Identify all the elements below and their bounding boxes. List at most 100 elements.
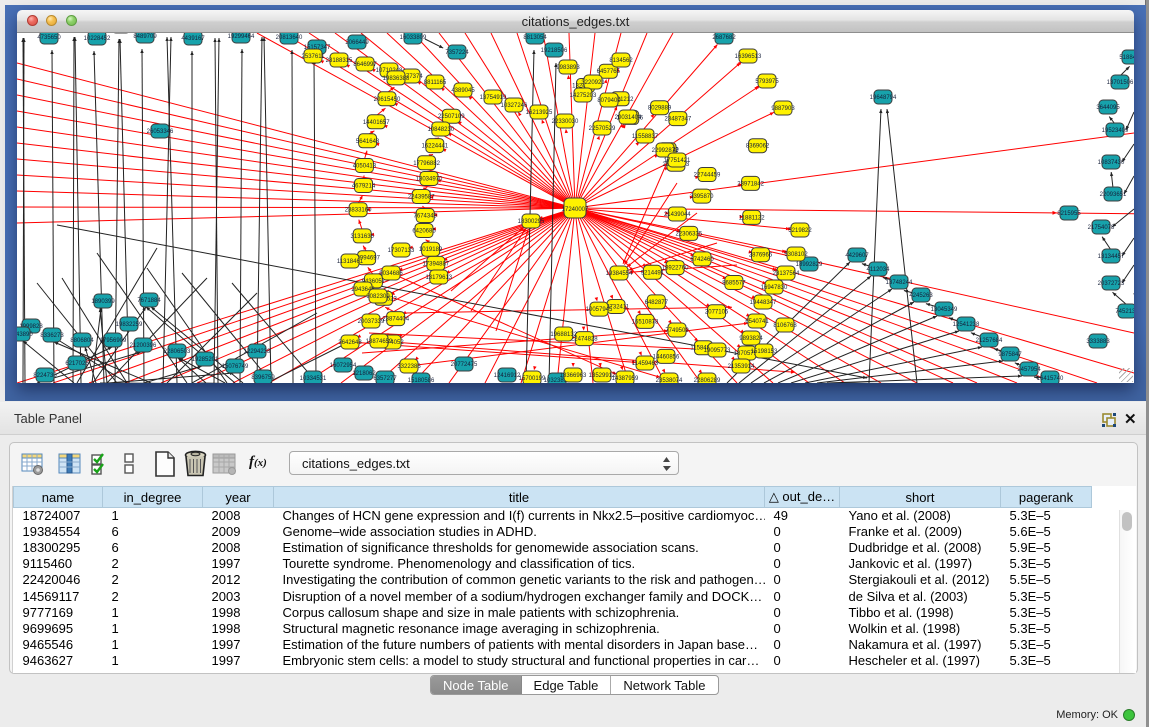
svg-text:21754078: 21754078 bbox=[1088, 225, 1115, 231]
svg-text:4389045: 4389045 bbox=[451, 88, 475, 94]
svg-text:13134457: 13134457 bbox=[1098, 254, 1125, 260]
svg-text:18300295: 18300295 bbox=[518, 219, 545, 225]
svg-text:3220921: 3220921 bbox=[581, 80, 605, 86]
svg-text:16415740: 16415740 bbox=[1037, 376, 1064, 382]
svg-text:3333883: 3333883 bbox=[1086, 339, 1110, 345]
svg-text:9082309: 9082309 bbox=[366, 294, 390, 300]
svg-text:14401657: 14401657 bbox=[363, 120, 390, 126]
svg-text:15076749: 15076749 bbox=[222, 364, 249, 370]
svg-text:13045349: 13045349 bbox=[931, 307, 958, 313]
svg-text:2077105: 2077105 bbox=[705, 310, 729, 316]
svg-text:8811165: 8811165 bbox=[424, 80, 447, 86]
svg-text:5641643: 5641643 bbox=[356, 139, 380, 145]
svg-text:1890399: 1890399 bbox=[91, 299, 115, 305]
svg-text:7674349: 7674349 bbox=[414, 214, 438, 220]
svg-text:23538074: 23538074 bbox=[656, 378, 683, 383]
svg-text:17751421: 17751421 bbox=[664, 158, 691, 164]
svg-text:22806289: 22806289 bbox=[694, 378, 721, 383]
svg-text:6457765: 6457765 bbox=[597, 69, 621, 75]
svg-text:21439044: 21439044 bbox=[664, 212, 691, 218]
svg-text:16947830: 16947830 bbox=[761, 285, 788, 291]
svg-text:10327246: 10327246 bbox=[501, 103, 528, 109]
svg-text:8813054: 8813054 bbox=[523, 35, 547, 41]
svg-text:8079409: 8079409 bbox=[597, 98, 621, 104]
svg-text:19448347: 19448347 bbox=[750, 300, 777, 306]
svg-text:16033809: 16033809 bbox=[400, 35, 427, 41]
svg-text:4143890: 4143890 bbox=[17, 332, 33, 338]
svg-text:9034686: 9034686 bbox=[379, 271, 403, 277]
svg-text:22806503: 22806503 bbox=[164, 349, 191, 355]
svg-text:4050413: 4050413 bbox=[353, 164, 377, 170]
svg-text:8646997: 8646997 bbox=[353, 62, 377, 68]
svg-text:17307133: 17307133 bbox=[388, 248, 415, 254]
svg-text:16072954: 16072954 bbox=[330, 363, 357, 369]
svg-text:14275203: 14275203 bbox=[570, 93, 597, 99]
svg-text:19384554: 19384554 bbox=[606, 271, 633, 277]
svg-text:20031404: 20031404 bbox=[615, 115, 642, 121]
svg-text:14387959: 14387959 bbox=[612, 376, 639, 382]
svg-text:6742460: 6742460 bbox=[690, 257, 714, 263]
svg-text:2687682: 2687682 bbox=[712, 35, 736, 41]
svg-text:20372723: 20372723 bbox=[1098, 281, 1125, 287]
svg-text:2066449: 2066449 bbox=[345, 40, 369, 46]
svg-text:16224441: 16224441 bbox=[421, 144, 448, 150]
svg-text:21200396: 21200396 bbox=[130, 343, 157, 349]
svg-text:7749509: 7749509 bbox=[665, 328, 689, 334]
svg-text:4429607: 4429607 bbox=[845, 253, 869, 259]
svg-text:9875847: 9875847 bbox=[998, 352, 1022, 358]
svg-text:22093651: 22093651 bbox=[1100, 192, 1127, 198]
svg-text:15700199: 15700199 bbox=[519, 376, 546, 382]
svg-text:17956909: 17956909 bbox=[100, 338, 127, 344]
svg-text:11459463: 11459463 bbox=[632, 361, 659, 367]
svg-text:6357277: 6357277 bbox=[373, 376, 397, 382]
svg-text:5308102: 5308102 bbox=[784, 252, 808, 258]
svg-text:18366963: 18366963 bbox=[560, 373, 587, 379]
svg-text:5793975: 5793975 bbox=[755, 79, 779, 85]
svg-text:2457954: 2457954 bbox=[1017, 367, 1041, 373]
svg-text:11558837: 11558837 bbox=[632, 134, 659, 140]
svg-text:11318461: 11318461 bbox=[337, 259, 364, 265]
svg-text:2537611: 2537611 bbox=[302, 54, 326, 60]
svg-text:23137564: 23137564 bbox=[773, 271, 800, 277]
svg-text:20813640: 20813640 bbox=[276, 35, 303, 41]
svg-text:7357224: 7357224 bbox=[445, 50, 469, 56]
svg-text:23971842: 23971842 bbox=[737, 181, 764, 187]
svg-text:23874404: 23874404 bbox=[382, 317, 409, 323]
svg-text:15180586: 15180586 bbox=[408, 378, 435, 383]
svg-text:4439167: 4439167 bbox=[181, 36, 205, 42]
svg-text:6420686: 6420686 bbox=[412, 229, 436, 235]
svg-text:18874652: 18874652 bbox=[366, 339, 393, 345]
svg-text:3322386: 3322386 bbox=[397, 364, 421, 370]
svg-text:13748244: 13748244 bbox=[886, 280, 913, 286]
svg-text:4679214: 4679214 bbox=[352, 184, 376, 190]
svg-text:20772475: 20772475 bbox=[451, 362, 478, 368]
svg-text:20615450: 20615450 bbox=[374, 97, 401, 103]
svg-text:19218506: 19218506 bbox=[541, 48, 568, 54]
svg-text:8336273: 8336273 bbox=[40, 333, 64, 339]
svg-text:18034970: 18034970 bbox=[416, 177, 443, 183]
svg-text:12541238: 12541238 bbox=[953, 322, 980, 328]
svg-text:10057945: 10057945 bbox=[586, 307, 613, 313]
svg-text:22744459: 22744459 bbox=[694, 173, 721, 179]
svg-text:23487347: 23487347 bbox=[665, 117, 692, 123]
svg-text:16396513: 16396513 bbox=[735, 54, 762, 60]
svg-text:22330030: 22330030 bbox=[552, 119, 579, 125]
svg-text:4112034: 4112034 bbox=[867, 267, 891, 273]
svg-text:6540741: 6540741 bbox=[745, 319, 769, 325]
svg-text:8029889: 8029889 bbox=[648, 106, 672, 112]
svg-text:13701506: 13701506 bbox=[1107, 80, 1134, 86]
svg-text:9983893: 9983893 bbox=[556, 65, 580, 71]
svg-text:19832259: 19832259 bbox=[116, 322, 143, 328]
svg-text:16510878: 16510878 bbox=[632, 319, 659, 325]
svg-text:5188470: 5188470 bbox=[1119, 55, 1134, 61]
svg-text:22507109: 22507109 bbox=[438, 114, 465, 120]
svg-text:19648794: 19648794 bbox=[870, 95, 897, 101]
svg-text:22570529: 22570529 bbox=[589, 126, 616, 132]
svg-text:13179613: 13179613 bbox=[425, 275, 452, 281]
svg-text:12416912: 12416912 bbox=[494, 373, 521, 379]
svg-text:3131636: 3131636 bbox=[351, 234, 375, 240]
svg-text:9214491: 9214491 bbox=[641, 270, 665, 276]
svg-text:3395870: 3395870 bbox=[690, 194, 714, 200]
svg-text:1019189: 1019189 bbox=[419, 247, 443, 253]
svg-text:7671884: 7671884 bbox=[137, 298, 161, 304]
